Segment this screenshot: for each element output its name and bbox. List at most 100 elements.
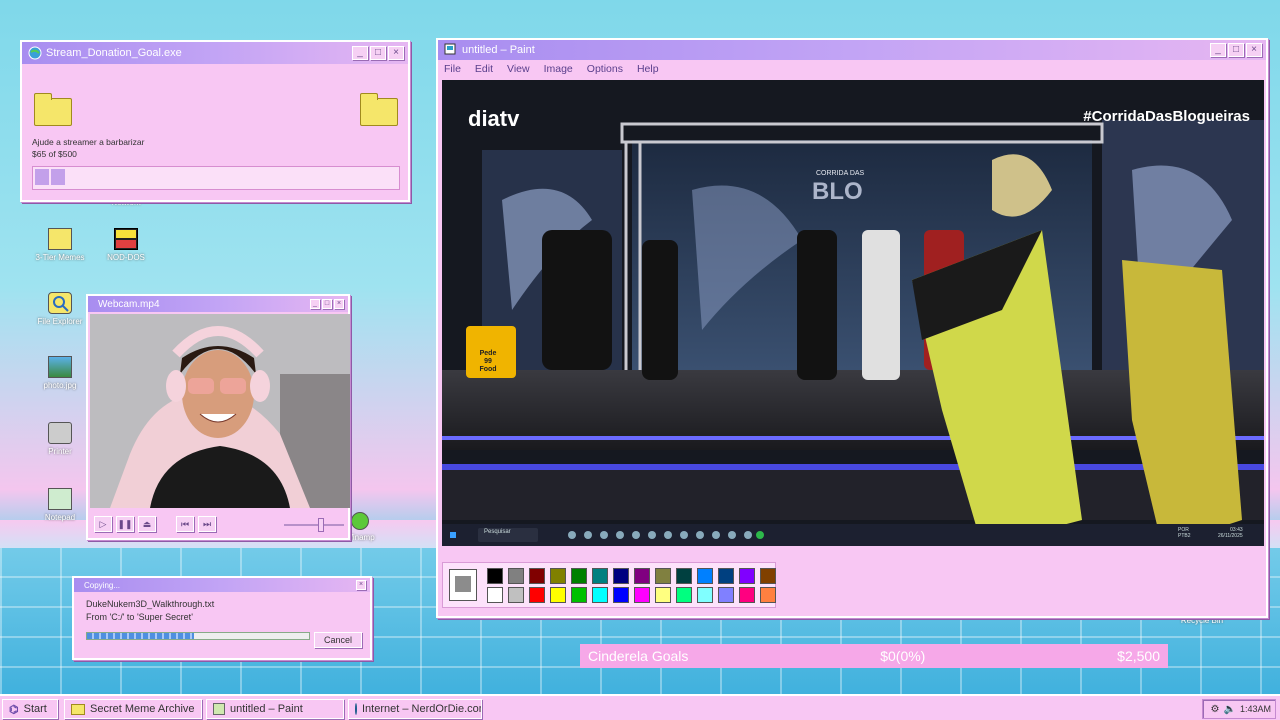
desktop-icon-label: NOD-DOS bbox=[107, 253, 145, 262]
menu-edit[interactable]: Edit bbox=[475, 63, 493, 75]
paint-canvas[interactable]: diatv #CorridaDasBlogueiras CORRIDA DAS … bbox=[442, 80, 1264, 546]
desktop-icon-nod-dos[interactable]: NOD-DOS bbox=[96, 228, 156, 262]
bag-text: Pede 99 Food bbox=[470, 350, 506, 374]
stream-taskbar-search: Pesquisar bbox=[484, 529, 511, 535]
palette-color-swatch[interactable] bbox=[739, 587, 755, 603]
donation-titlebar[interactable]: Stream_Donation_Goal.exe _ □ × bbox=[22, 42, 408, 64]
menu-view[interactable]: View bbox=[507, 63, 530, 75]
desktop-icon-notepad[interactable]: Notepad bbox=[30, 488, 90, 522]
menu-file[interactable]: File bbox=[444, 63, 461, 75]
desktop-icon-label: 3-Tier Memes bbox=[35, 253, 85, 262]
menu-image[interactable]: Image bbox=[544, 63, 573, 75]
palette-color-swatch[interactable] bbox=[676, 568, 692, 584]
start-button[interactable]: ⌬ Start bbox=[2, 699, 58, 719]
minimize-button[interactable]: _ bbox=[310, 299, 320, 309]
palette-color-swatch[interactable] bbox=[592, 587, 608, 603]
speaker-icon[interactable]: 🔈 bbox=[1224, 704, 1236, 715]
close-button[interactable]: × bbox=[1246, 43, 1262, 57]
palette-color-swatch[interactable] bbox=[655, 568, 671, 584]
palette-color-swatch[interactable] bbox=[508, 587, 524, 603]
palette-color-swatch[interactable] bbox=[487, 587, 503, 603]
close-button[interactable]: × bbox=[388, 46, 404, 60]
minimize-button[interactable]: _ bbox=[352, 46, 368, 60]
copy-body: DukeNukem3D_Walkthrough.txt From 'C:/' t… bbox=[74, 592, 370, 630]
volume-slider-handle[interactable] bbox=[318, 518, 324, 532]
minimize-button[interactable]: _ bbox=[1210, 43, 1226, 57]
taskbar-item-label: Secret Meme Archive bbox=[90, 703, 195, 715]
cancel-button[interactable]: Cancel bbox=[314, 632, 362, 648]
palette-color-swatch[interactable] bbox=[571, 568, 587, 584]
palette-color-swatch[interactable] bbox=[718, 568, 734, 584]
taskbar-item-internet[interactable]: Internet – NerdOrDie.com bbox=[348, 699, 482, 719]
palette-color-swatch[interactable] bbox=[571, 587, 587, 603]
goal-bar: Cinderela Goals $0(0%) $2,500 bbox=[580, 644, 1168, 668]
taskbar-item-secret-meme-archive[interactable]: Secret Meme Archive bbox=[64, 699, 202, 719]
window-title: untitled – Paint bbox=[462, 44, 535, 56]
palette-color-swatch[interactable] bbox=[655, 587, 671, 603]
maximize-button[interactable]: □ bbox=[370, 46, 386, 60]
palette-color-swatch[interactable] bbox=[550, 587, 566, 603]
paint-titlebar[interactable]: untitled – Paint _ □ × bbox=[438, 40, 1266, 60]
desktop-icon-file-explorer[interactable]: File Explorer bbox=[30, 292, 90, 326]
previous-icon[interactable]: ⏮ bbox=[176, 516, 194, 532]
palette-color-swatch[interactable] bbox=[634, 587, 650, 603]
copy-progress-fill bbox=[87, 633, 194, 639]
taskbar-item-paint[interactable]: untitled – Paint bbox=[206, 699, 344, 719]
webcam-titlebar[interactable]: Webcam.mp4 _ □ × bbox=[88, 296, 348, 312]
progress-block bbox=[51, 169, 65, 185]
stream-hashtag: #CorridaDasBlogueiras bbox=[1083, 108, 1250, 125]
palette-color-swatch[interactable] bbox=[613, 568, 629, 584]
current-color-box bbox=[449, 569, 477, 601]
maximize-button[interactable]: □ bbox=[322, 299, 332, 309]
stage-brand: BLO bbox=[812, 178, 863, 205]
palette-color-swatch[interactable] bbox=[508, 568, 524, 584]
webcam-video bbox=[90, 314, 350, 508]
play-icon[interactable]: ▷ bbox=[94, 516, 112, 532]
start-icon: ⌬ bbox=[9, 703, 19, 716]
palette-color-swatch[interactable] bbox=[592, 568, 608, 584]
diatv-logo: diatv bbox=[468, 106, 520, 131]
desktop-icon-label: Notepad bbox=[44, 513, 76, 522]
palette-color-swatch[interactable] bbox=[550, 568, 566, 584]
palette-color-swatch[interactable] bbox=[529, 587, 545, 603]
window-title: Stream_Donation_Goal.exe bbox=[46, 47, 182, 59]
palette-color-swatch[interactable] bbox=[739, 568, 755, 584]
palette-color-swatch[interactable] bbox=[760, 568, 776, 584]
palette-color-swatch[interactable] bbox=[634, 568, 650, 584]
copy-from-to: From 'C:/' to 'Super Secret' bbox=[86, 612, 193, 622]
globe-icon bbox=[355, 703, 357, 715]
palette-color-swatch[interactable] bbox=[718, 587, 734, 603]
desktop-icon-3-tier-memes[interactable]: 3-Tier Memes bbox=[30, 228, 90, 262]
paint-icon bbox=[213, 703, 225, 715]
menu-options[interactable]: Options bbox=[587, 63, 623, 75]
stream-video bbox=[442, 80, 1264, 546]
palette-color-swatch[interactable] bbox=[529, 568, 545, 584]
goal-current: $0(0%) bbox=[880, 648, 926, 664]
palette-color-swatch[interactable] bbox=[697, 587, 713, 603]
close-button[interactable]: × bbox=[334, 299, 344, 309]
palette-color-swatch[interactable] bbox=[613, 587, 629, 603]
close-button[interactable]: × bbox=[356, 580, 366, 590]
menu-help[interactable]: Help bbox=[637, 63, 659, 75]
palette-color-swatch[interactable] bbox=[676, 587, 692, 603]
eject-icon[interactable]: ⏏ bbox=[138, 516, 156, 532]
copy-filename: DukeNukem3D_Walkthrough.txt bbox=[86, 599, 215, 609]
maximize-button[interactable]: □ bbox=[1228, 43, 1244, 57]
desktop-icon-printer[interactable]: Printer bbox=[30, 422, 90, 456]
pause-icon[interactable]: ❚❚ bbox=[116, 516, 134, 532]
volume-slider[interactable] bbox=[284, 518, 344, 532]
palette-color-swatch[interactable] bbox=[697, 568, 713, 584]
window-title: Copying... bbox=[84, 580, 121, 590]
stage-text: CORRIDA DAS bbox=[816, 170, 865, 177]
printer-icon bbox=[48, 422, 72, 444]
copy-titlebar[interactable]: Copying... × bbox=[74, 578, 370, 592]
next-icon[interactable]: ⏭ bbox=[198, 516, 216, 532]
color-palette bbox=[442, 562, 776, 608]
network-icon[interactable]: ⚙ bbox=[1211, 704, 1220, 715]
desktop-icon-photo[interactable]: photo.jpg bbox=[30, 356, 90, 390]
goal-name: Cinderela Goals bbox=[588, 648, 689, 664]
palette-color-swatch[interactable] bbox=[487, 568, 503, 584]
palette-color-swatch[interactable] bbox=[760, 587, 776, 603]
copy-progress-bar bbox=[86, 632, 310, 640]
dos-icon bbox=[114, 228, 138, 250]
